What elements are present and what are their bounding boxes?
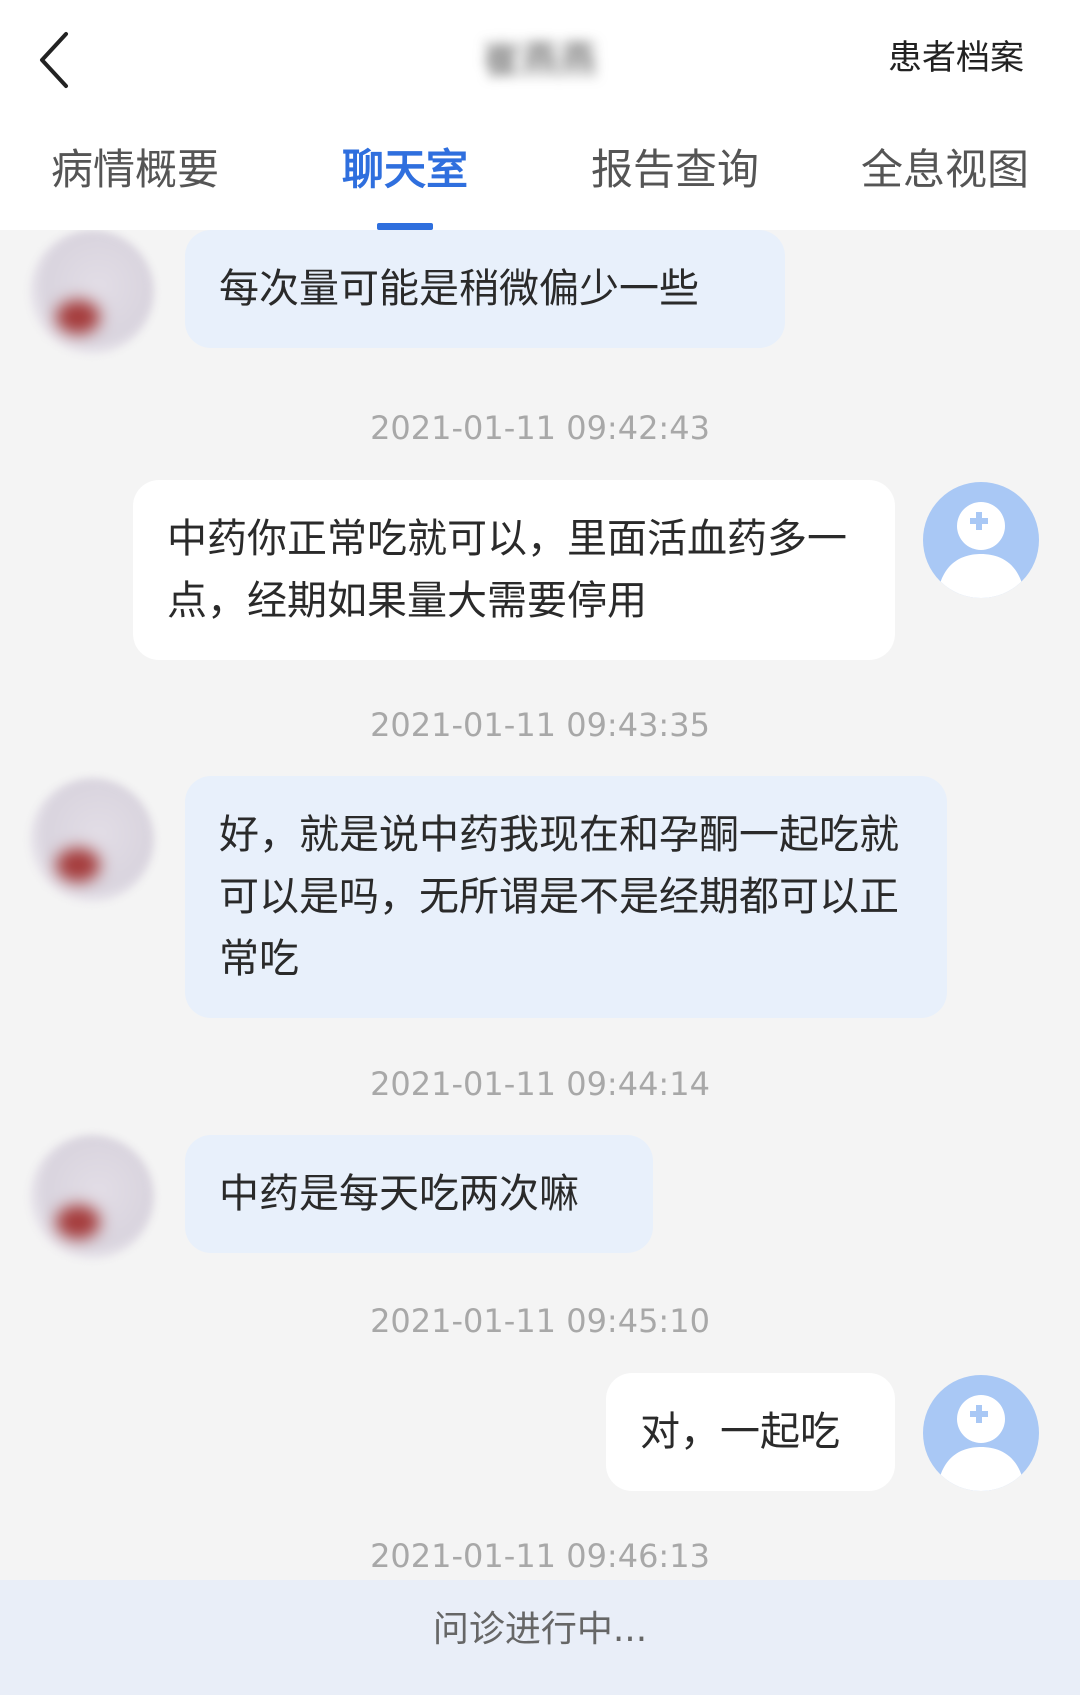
consultation-status-bar: 问诊进行中... (0, 1580, 1080, 1695)
chevron-left-icon (40, 32, 68, 88)
message-timestamp: 2021-01-11 09:44:14 (370, 1065, 710, 1103)
chat-bubble[interactable]: 每次量可能是稍微偏少一些 (185, 230, 785, 348)
chat-list[interactable]: 每次量可能是稍微偏少一些 2021-01-11 09:42:43 中药你正常吃就… (0, 230, 1080, 1580)
tab-holographic-view[interactable]: 全息视图 (810, 130, 1080, 230)
doctor-avatar (923, 482, 1039, 598)
tab-bar: 病情概要 聊天室 报告查询 全息视图 (0, 130, 1080, 230)
patient-avatar (30, 778, 154, 902)
tab-report-query[interactable]: 报告查询 (540, 130, 810, 230)
top-bar: 崔燕燕 患者档案 病情概要 聊天室 报告查询 全息视图 (0, 0, 1080, 230)
patient-avatar (30, 230, 154, 354)
doctor-icon (937, 1395, 1025, 1491)
chat-bubble[interactable]: 中药你正常吃就可以，里面活血药多一点，经期如果量大需要停用 (133, 480, 895, 660)
page-title: 崔燕燕 (482, 38, 597, 82)
message-timestamp: 2021-01-11 09:42:43 (370, 409, 710, 447)
chat-bubble[interactable]: 中药是每天吃两次嘛 (185, 1135, 653, 1253)
patient-avatar (30, 1135, 154, 1259)
doctor-avatar (923, 1375, 1039, 1491)
message-timestamp: 2021-01-11 09:45:10 (370, 1302, 710, 1340)
message-timestamp: 2021-01-11 09:46:13 (370, 1537, 710, 1575)
doctor-icon (937, 502, 1025, 598)
tab-chat-room[interactable]: 聊天室 (270, 130, 540, 230)
patient-archive-button[interactable]: 患者档案 (888, 30, 1024, 86)
tab-condition-summary[interactable]: 病情概要 (0, 130, 270, 230)
message-timestamp: 2021-01-11 09:43:35 (370, 706, 710, 744)
chat-bubble[interactable]: 对，一起吃 (606, 1373, 895, 1491)
back-button[interactable] (34, 28, 78, 92)
chat-bubble[interactable]: 好，就是说中药我现在和孕酮一起吃就可以是吗，无所谓是不是经期都可以正常吃 (185, 776, 947, 1018)
